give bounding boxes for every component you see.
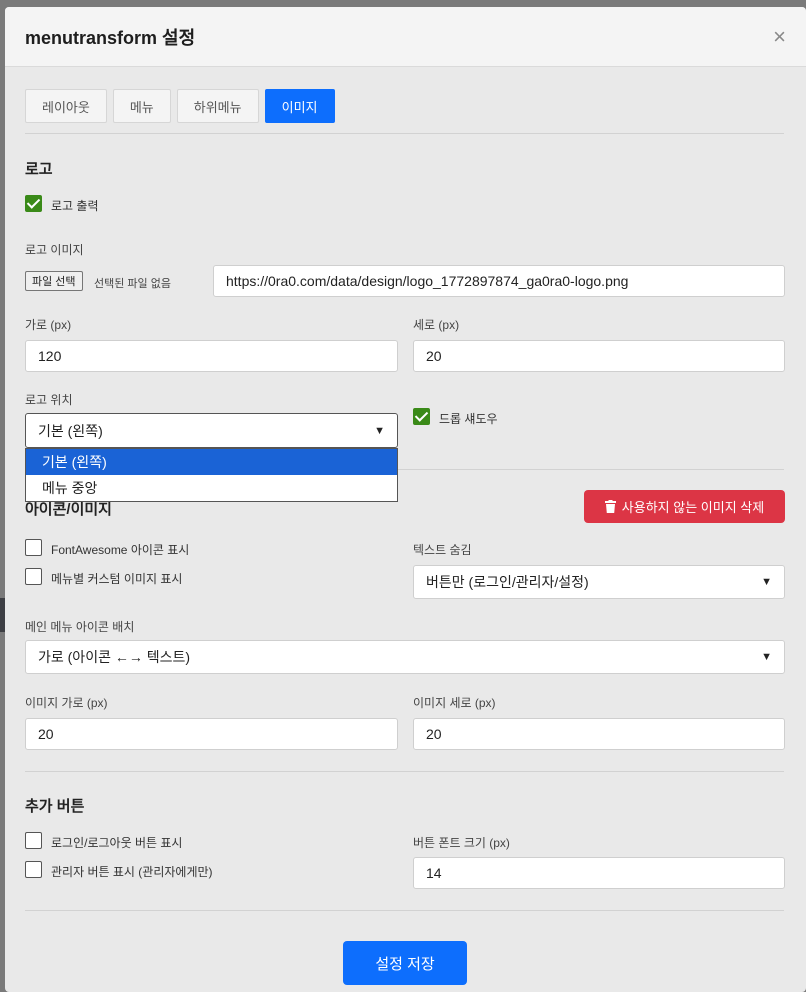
divider: [25, 133, 784, 134]
settings-modal: menutransform 설정 × 레이아웃 메뉴 하위메뉴 이미지 로고 로…: [5, 7, 806, 992]
logo-position-select[interactable]: 기본 (왼쪽) ▼: [25, 413, 398, 448]
chevron-down-icon: ▼: [761, 651, 772, 663]
admin-button-label: 관리자 버튼 표시 (관리자에게만): [51, 865, 213, 879]
tab-image[interactable]: 이미지: [264, 89, 335, 123]
dropdown-option-menu-center[interactable]: 메뉴 중앙: [26, 475, 397, 501]
tab-bar: 레이아웃 메뉴 하위메뉴 이미지: [25, 89, 335, 123]
show-logo-checkbox[interactable]: [25, 195, 42, 212]
tab-menu[interactable]: 메뉴: [112, 89, 171, 123]
extra-section-title: 추가 버튼: [25, 798, 85, 815]
image-width-label: 이미지 가로 (px): [25, 696, 108, 710]
login-button-label: 로그인/로그아웃 버튼 표시: [51, 836, 183, 850]
icon-layout-value: 가로 (아이콘 ←→ 텍스트): [38, 649, 191, 665]
logo-position-value: 기본 (왼쪽): [38, 422, 103, 439]
save-settings-button[interactable]: 설정 저장: [343, 941, 467, 985]
modal-title: menutransform 설정: [25, 27, 196, 48]
modal-header: menutransform 설정 ×: [5, 7, 806, 67]
image-height-input[interactable]: 20: [413, 718, 785, 750]
image-height-label: 이미지 세로 (px): [413, 696, 496, 710]
tab-layout[interactable]: 레이아웃: [25, 89, 107, 123]
show-logo-label: 로고 출력: [51, 199, 99, 213]
custom-image-label: 메뉴별 커스텀 이미지 표시: [51, 572, 183, 586]
delete-unused-images-button[interactable]: 사용하지 않는 이미지 삭제: [584, 490, 785, 523]
dropdown-option-default-left[interactable]: 기본 (왼쪽): [26, 449, 397, 475]
icon-layout-select[interactable]: 가로 (아이콘 ←→ 텍스트) ▼: [25, 640, 785, 674]
logo-section-title: 로고: [25, 161, 53, 178]
button-font-size-input[interactable]: 14: [413, 857, 785, 889]
logo-url-input[interactable]: https://0ra0.com/data/design/logo_177289…: [213, 265, 785, 297]
chevron-down-icon: ▼: [374, 424, 385, 437]
logo-width-label: 가로 (px): [25, 318, 72, 332]
button-font-size-label: 버튼 폰트 크기 (px): [413, 836, 510, 850]
image-width-input[interactable]: 20: [25, 718, 398, 750]
close-icon[interactable]: ×: [773, 25, 786, 48]
divider: [25, 771, 784, 772]
file-status-text: 선택된 파일 없음: [94, 278, 171, 290]
file-select-button[interactable]: 파일 선택: [25, 271, 83, 291]
logo-image-label: 로고 이미지: [25, 243, 84, 257]
icon-layout-label: 메인 메뉴 아이콘 배치: [25, 620, 135, 634]
admin-button-checkbox[interactable]: [25, 861, 42, 878]
fontawesome-checkbox[interactable]: [25, 539, 42, 556]
hide-text-label: 텍스트 숨김: [413, 543, 472, 557]
trash-icon: [604, 500, 616, 513]
hide-text-value: 버튼만 (로그인/관리자/설정): [426, 574, 589, 590]
logo-position-dropdown-list: 기본 (왼쪽) 메뉴 중앙: [25, 448, 398, 502]
drop-shadow-label: 드롭 섀도우: [439, 412, 498, 426]
drop-shadow-checkbox[interactable]: [413, 408, 430, 425]
logo-height-label: 세로 (px): [413, 318, 460, 332]
logo-position-label: 로고 위치: [25, 393, 73, 407]
tab-submenu[interactable]: 하위메뉴: [176, 89, 259, 123]
custom-image-checkbox[interactable]: [25, 568, 42, 585]
logo-width-input[interactable]: 120: [25, 340, 398, 372]
hide-text-select[interactable]: 버튼만 (로그인/관리자/설정) ▼: [413, 565, 785, 599]
logo-height-input[interactable]: 20: [413, 340, 785, 372]
fontawesome-label: FontAwesome 아이콘 표시: [51, 543, 190, 557]
divider: [25, 910, 784, 911]
chevron-down-icon: ▼: [761, 576, 772, 588]
delete-unused-images-label: 사용하지 않는 이미지 삭제: [621, 500, 765, 515]
login-button-checkbox[interactable]: [25, 832, 42, 849]
